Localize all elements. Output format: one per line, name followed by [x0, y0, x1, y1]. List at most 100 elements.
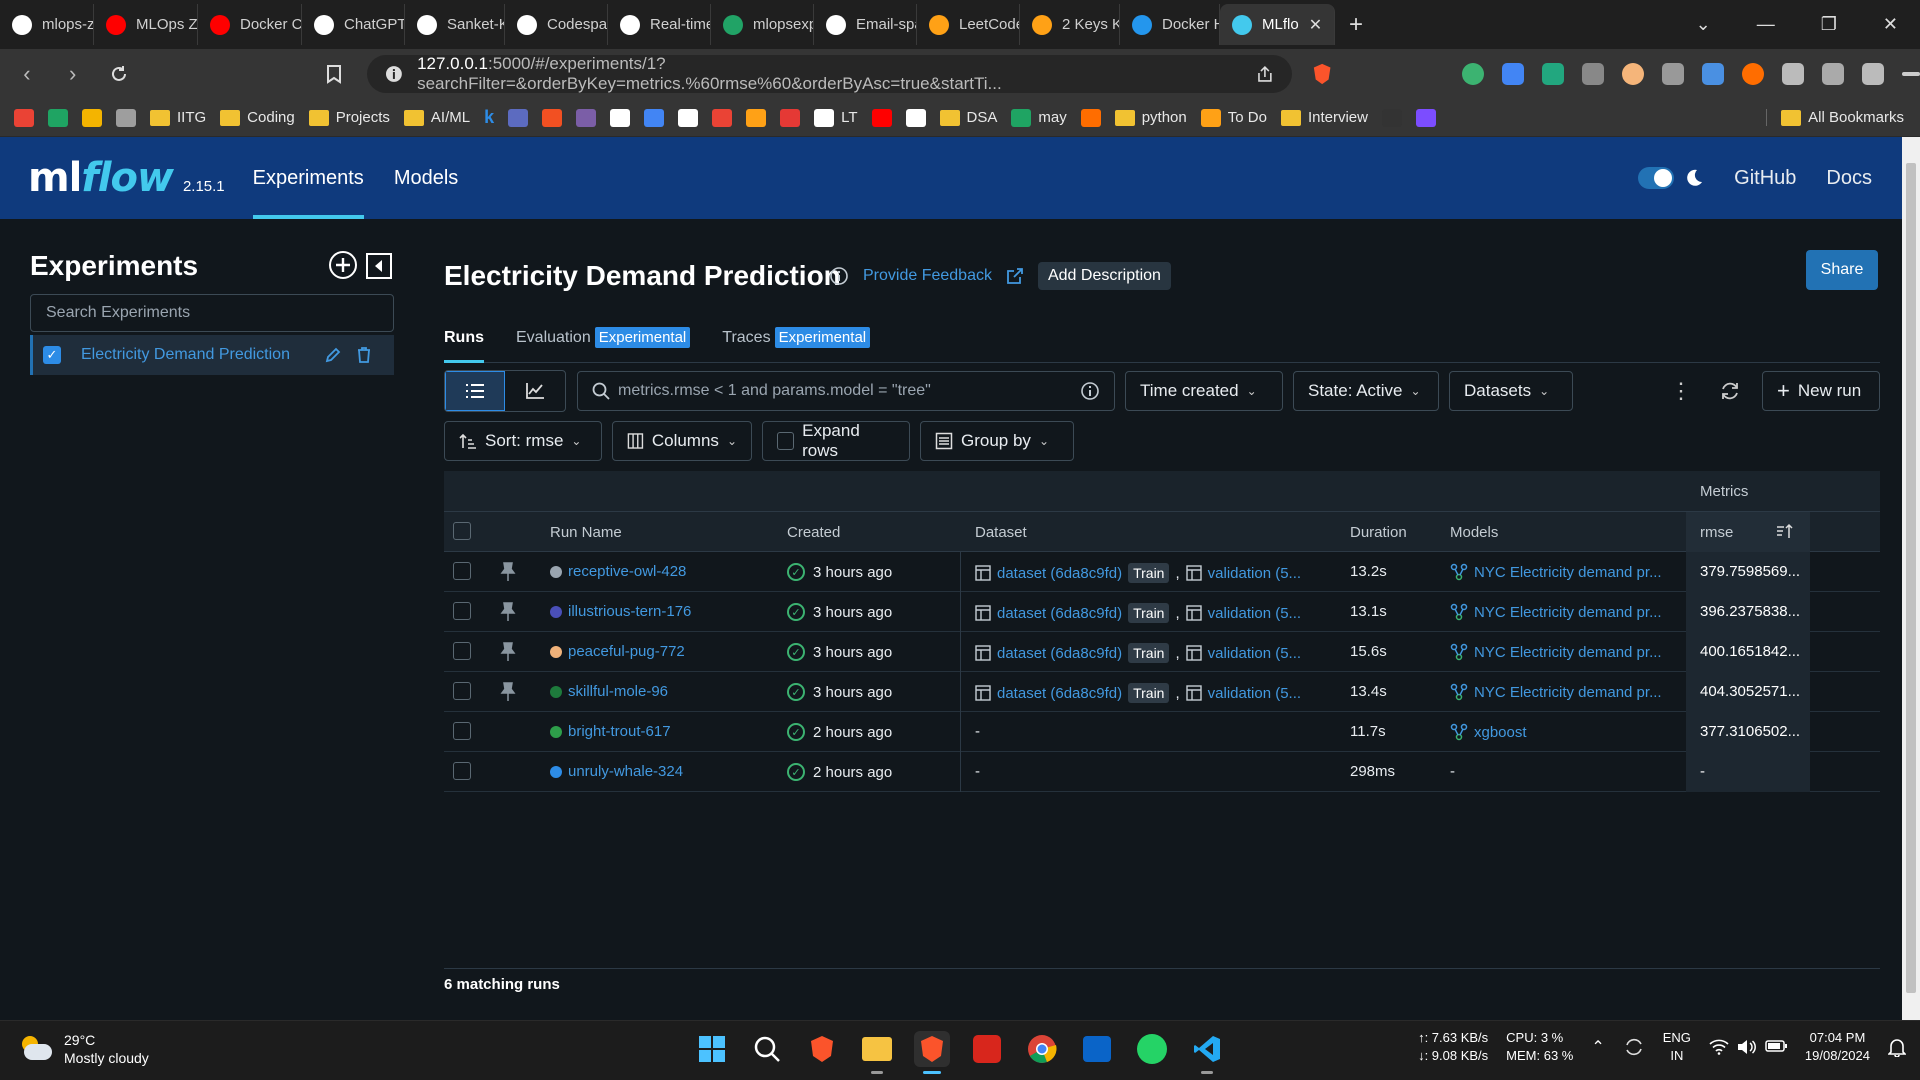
- datasets-dropdown[interactable]: Datasets ⌄: [1449, 371, 1573, 411]
- run-color-dot[interactable]: [550, 605, 562, 618]
- run-name-link[interactable]: peaceful-pug-772: [568, 643, 685, 660]
- extension-icon[interactable]: [1782, 63, 1805, 85]
- run-name-link[interactable]: receptive-owl-428: [568, 563, 686, 580]
- provide-feedback-link[interactable]: Provide Feedback: [863, 267, 992, 285]
- theme-toggle[interactable]: [1638, 167, 1675, 189]
- run-color-dot[interactable]: [550, 765, 562, 778]
- refresh-icon[interactable]: [1719, 380, 1741, 402]
- run-color-dot[interactable]: [550, 645, 562, 658]
- browser-tab[interactable]: Sanket-K: [405, 4, 505, 45]
- col-models[interactable]: Models: [1450, 524, 1498, 541]
- share-button[interactable]: Share: [1806, 250, 1878, 290]
- outlook-app[interactable]: [1079, 1031, 1115, 1067]
- file-explorer-app[interactable]: [859, 1031, 895, 1074]
- bookmark-item[interactable]: [644, 108, 665, 127]
- run-name-link[interactable]: illustrious-tern-176: [568, 603, 691, 620]
- time-created-dropdown[interactable]: Time created ⌄: [1125, 371, 1283, 411]
- bookmark-item[interactable]: [14, 108, 34, 127]
- bookmark-item[interactable]: [678, 108, 699, 127]
- table-row[interactable]: peaceful-pug-772 ✓ 3 hours ago dataset (6da…: [444, 632, 1880, 672]
- run-color-dot[interactable]: [550, 725, 562, 738]
- restore-icon[interactable]: ❐: [1821, 14, 1837, 35]
- back-button[interactable]: ‹: [14, 60, 40, 88]
- table-row[interactable]: skillful-mole-96 ✓ 3 hours ago dataset (6da…: [444, 672, 1880, 712]
- model-link[interactable]: xgboost: [1474, 724, 1527, 741]
- forward-button[interactable]: ›: [60, 60, 86, 88]
- tab-evaluation[interactable]: Evaluation Experimental: [516, 327, 691, 362]
- browser-tab[interactable]: Docker H: [1120, 4, 1220, 45]
- chart-view-button[interactable]: [505, 371, 565, 411]
- wallet-icon[interactable]: [1862, 63, 1885, 85]
- extension-icon[interactable]: [1542, 63, 1565, 85]
- bookmark-item[interactable]: [1381, 108, 1402, 127]
- bookmark-item[interactable]: may: [1011, 108, 1067, 127]
- experiment-search-input[interactable]: Search Experiments: [30, 294, 394, 332]
- extension-icon[interactable]: [1502, 63, 1525, 85]
- bookmark-item[interactable]: python: [1114, 109, 1187, 126]
- extension-icon[interactable]: [1742, 63, 1765, 85]
- dataset-link[interactable]: dataset (6da8c9fd): [997, 605, 1122, 622]
- browser-tab[interactable]: MLOps Zo: [94, 4, 198, 45]
- run-color-dot[interactable]: [550, 565, 562, 578]
- bookmark-item[interactable]: To Do: [1200, 108, 1267, 127]
- bookmark-item[interactable]: [871, 108, 892, 127]
- bookmark-item[interactable]: [1415, 108, 1436, 127]
- docs-link[interactable]: Docs: [1826, 167, 1872, 190]
- table-row[interactable]: receptive-owl-428 ✓ 3 hours ago dataset (6d…: [444, 552, 1880, 592]
- expand-rows-checkbox[interactable]: [777, 432, 795, 450]
- edit-icon[interactable]: [324, 346, 342, 364]
- dataset-link[interactable]: validation (5...: [1208, 685, 1301, 702]
- bookmark-item[interactable]: DSA: [939, 109, 997, 126]
- brave-active-app[interactable]: [914, 1031, 950, 1074]
- run-name-link[interactable]: unruly-whale-324: [568, 763, 683, 780]
- browser-tab[interactable]: Email-spa: [814, 4, 917, 45]
- row-checkbox[interactable]: [453, 562, 471, 580]
- row-checkbox[interactable]: [453, 642, 471, 660]
- bookmark-item[interactable]: [780, 108, 801, 127]
- browser-tab[interactable]: ChatGPT: [302, 4, 405, 45]
- browser-tab[interactable]: Docker C: [198, 4, 302, 45]
- model-link[interactable]: NYC Electricity demand pr...: [1474, 644, 1662, 661]
- github-link[interactable]: GitHub: [1734, 167, 1796, 190]
- browser-tab[interactable]: mlops-zo: [0, 4, 94, 45]
- scrollbar-thumb[interactable]: [1906, 163, 1916, 993]
- dataset-link[interactable]: dataset (6da8c9fd): [997, 685, 1122, 702]
- columns-dropdown[interactable]: Columns ⌄: [612, 421, 752, 461]
- bookmark-item[interactable]: AI/ML: [403, 109, 470, 126]
- bookmark-item[interactable]: Projects: [308, 109, 390, 126]
- bookmark-item[interactable]: [1080, 108, 1101, 127]
- theme-switch[interactable]: [1638, 167, 1704, 189]
- run-name-link[interactable]: skillful-mole-96: [568, 683, 668, 700]
- bookmark-item[interactable]: [712, 108, 733, 127]
- row-checkbox[interactable]: [453, 722, 471, 740]
- brave-app[interactable]: [804, 1031, 840, 1067]
- collapse-sidebar-icon[interactable]: [365, 252, 393, 280]
- sort-ascending-icon[interactable]: [1776, 523, 1794, 539]
- bookmark-item[interactable]: [82, 108, 102, 127]
- extension-icon[interactable]: [1462, 63, 1485, 85]
- tab-search-icon[interactable]: ⌄: [1696, 14, 1711, 35]
- col-rmse[interactable]: rmse: [1686, 512, 1810, 552]
- notification-bell-icon[interactable]: [1888, 1037, 1906, 1057]
- group-by-dropdown[interactable]: Group by ⌄: [920, 421, 1074, 461]
- bookmark-item[interactable]: LT: [814, 108, 858, 127]
- table-row[interactable]: bright-trout-617 ✓ 2 hours ago - 11.7s xgboos…: [444, 712, 1880, 752]
- bookmark-item[interactable]: [746, 108, 767, 127]
- menu-icon[interactable]: [1902, 72, 1920, 76]
- start-button[interactable]: [694, 1031, 730, 1067]
- run-filter-input[interactable]: metrics.rmse < 1 and params.model = "tre…: [577, 371, 1115, 411]
- extension-icon[interactable]: [1622, 63, 1645, 85]
- new-tab-button[interactable]: +: [1335, 11, 1377, 39]
- extensions-puzzle-icon[interactable]: [1822, 63, 1845, 85]
- browser-tab[interactable]: Real-time: [608, 4, 711, 45]
- dataset-link[interactable]: dataset (6da8c9fd): [997, 645, 1122, 662]
- add-experiment-icon[interactable]: [328, 250, 358, 280]
- dataset-link[interactable]: dataset (6da8c9fd): [997, 565, 1122, 582]
- bookmark-item[interactable]: k: [484, 107, 494, 128]
- add-description-button[interactable]: Add Description: [1037, 262, 1171, 290]
- vscode-app[interactable]: [1189, 1031, 1225, 1074]
- model-link[interactable]: NYC Electricity demand pr...: [1474, 564, 1662, 581]
- browser-tab[interactable]: LeetCode: [917, 4, 1020, 45]
- search-taskbar-button[interactable]: [749, 1031, 785, 1067]
- sync-icon[interactable]: [1623, 1036, 1645, 1058]
